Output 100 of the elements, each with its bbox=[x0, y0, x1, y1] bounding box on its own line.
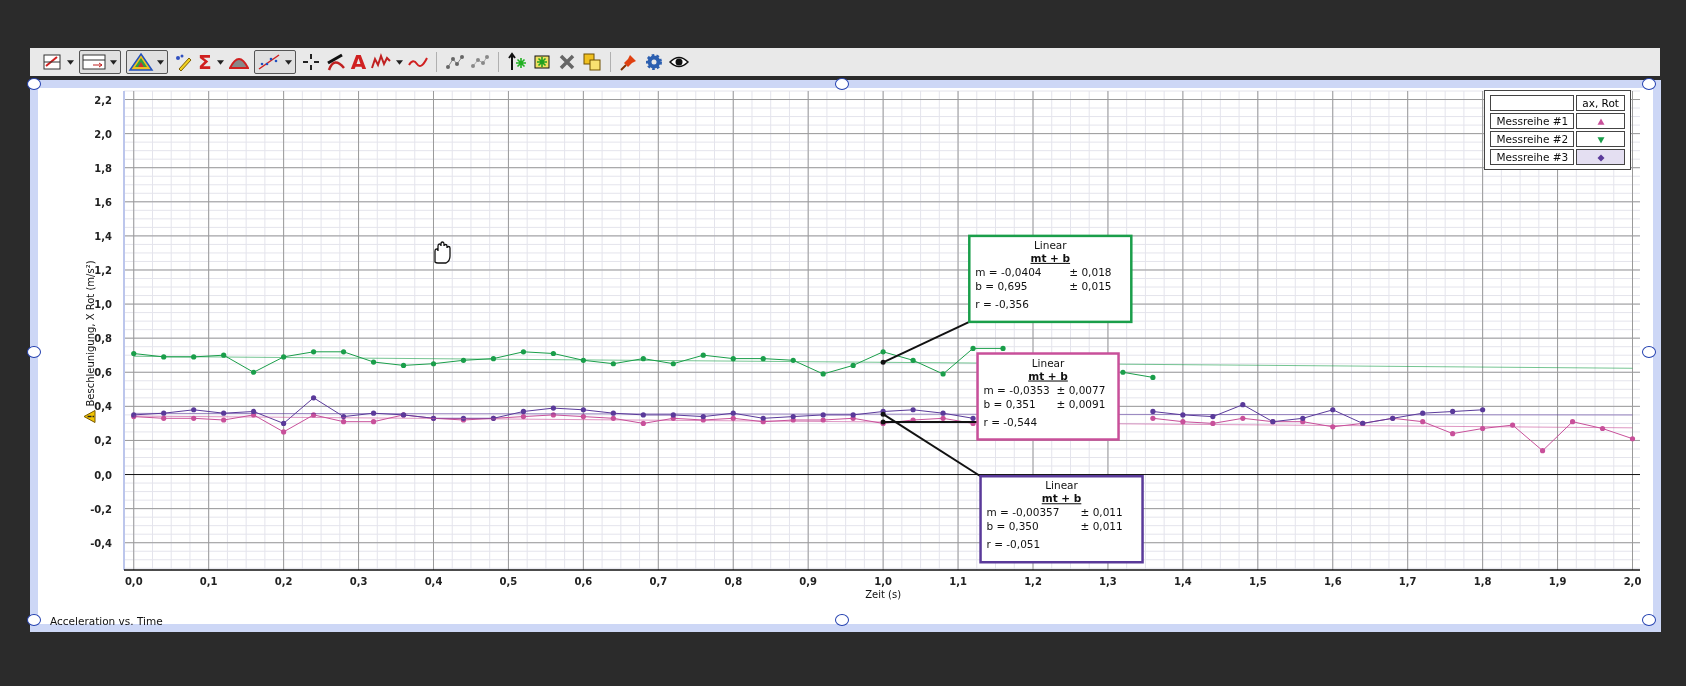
data-point bbox=[640, 412, 646, 418]
data-point bbox=[1240, 402, 1246, 408]
data-point bbox=[1330, 424, 1336, 430]
data-point bbox=[1629, 436, 1636, 442]
data-colors-dropdown[interactable] bbox=[126, 50, 168, 74]
caret-icon[interactable] bbox=[216, 59, 224, 65]
x-tick-label: 1,9 bbox=[1548, 576, 1567, 587]
data-point bbox=[820, 371, 826, 377]
data-point bbox=[281, 420, 287, 426]
y-tick-label: -0,4 bbox=[90, 537, 112, 549]
intercept-error: ± 0,0091 bbox=[1056, 397, 1106, 410]
fit-formula: mt + b bbox=[1030, 251, 1071, 264]
x-tick-label: 1,8 bbox=[1473, 576, 1492, 587]
x-tick-label: 1,1 bbox=[949, 576, 967, 587]
y-axis-label: Beschleunigung, X Rot (m/s²) bbox=[85, 260, 96, 407]
window-layout-icon bbox=[81, 52, 107, 72]
resize-handle[interactable] bbox=[1642, 614, 1656, 626]
data-point bbox=[550, 350, 556, 357]
arrow-star-icon[interactable] bbox=[507, 52, 528, 72]
resize-handle[interactable] bbox=[27, 78, 41, 90]
tangent-icon[interactable] bbox=[325, 52, 346, 72]
data-point bbox=[1000, 345, 1006, 351]
sum-tool[interactable]: Σ bbox=[198, 52, 212, 72]
x-tick-label: 0,8 bbox=[724, 576, 743, 587]
data-point bbox=[340, 349, 347, 355]
resize-handle[interactable] bbox=[1642, 346, 1656, 358]
data-point bbox=[910, 357, 916, 363]
x-tick-label: 0,3 bbox=[349, 576, 368, 587]
legend-header: ax, Rot bbox=[1576, 95, 1625, 111]
x-tick-label: 1,4 bbox=[1174, 576, 1192, 587]
resize-handle[interactable] bbox=[1642, 78, 1656, 90]
fit-type: Linear bbox=[1045, 479, 1078, 492]
fit-formula: mt + b bbox=[1028, 369, 1068, 382]
data-point bbox=[1480, 407, 1486, 413]
data-point bbox=[940, 371, 946, 377]
caret-icon[interactable] bbox=[396, 59, 404, 65]
x-tick-label: 1,0 bbox=[874, 576, 892, 587]
fit-type: Linear bbox=[1031, 356, 1065, 369]
data-point bbox=[1120, 369, 1126, 375]
data-point bbox=[970, 345, 976, 351]
x-tick-label: 0,7 bbox=[649, 576, 668, 587]
y-tick-label: 0,6 bbox=[94, 367, 112, 379]
data-point bbox=[370, 359, 377, 365]
data-point bbox=[670, 361, 676, 367]
curve-fit-dropdown[interactable] bbox=[253, 50, 296, 74]
x-tick-label: 0,0 bbox=[124, 576, 143, 587]
legend-marker-cell[interactable] bbox=[1576, 149, 1625, 165]
x-tick-label: 1,6 bbox=[1323, 576, 1342, 587]
crosshair-icon[interactable] bbox=[300, 52, 321, 72]
x-axis-label: Zeit (s) bbox=[865, 589, 902, 600]
caret-icon[interactable] bbox=[67, 59, 74, 65]
graph-options-icon[interactable] bbox=[42, 52, 62, 72]
settings-icon[interactable] bbox=[644, 52, 665, 72]
y-tick-label: 2,2 bbox=[94, 94, 112, 106]
scatter-points-icon[interactable] bbox=[445, 52, 466, 72]
text-label-tool[interactable]: A bbox=[350, 52, 367, 72]
y-tick-label: 1,0 bbox=[94, 299, 112, 311]
resize-handle[interactable] bbox=[834, 614, 849, 626]
legend-series-name: Messreihe #1 bbox=[1490, 113, 1575, 129]
y-tick-label: -0,2 bbox=[90, 503, 112, 515]
x-tick-label: 0,6 bbox=[574, 576, 593, 587]
y-tick-label: 0,4 bbox=[94, 401, 112, 413]
y-tick-label: 1,2 bbox=[94, 265, 112, 276]
data-point bbox=[1150, 374, 1156, 380]
pencil-icon[interactable] bbox=[173, 52, 193, 72]
slope-value: m = -0,0404 bbox=[975, 265, 1042, 278]
data-point bbox=[311, 395, 317, 401]
data-point bbox=[1569, 419, 1576, 425]
data-point bbox=[251, 369, 257, 375]
intercept-error: ± 0,015 bbox=[1069, 279, 1112, 292]
window-layout-dropdown[interactable] bbox=[79, 50, 121, 74]
y-tick-label: 1,6 bbox=[94, 196, 112, 208]
slope-error: ± 0,0077 bbox=[1056, 383, 1106, 396]
resize-handle[interactable] bbox=[27, 346, 41, 358]
correlation-value: r = -0,051 bbox=[986, 538, 1041, 551]
resize-handle[interactable] bbox=[27, 614, 41, 626]
overlap-squares-icon[interactable] bbox=[582, 52, 603, 72]
data-point bbox=[1420, 419, 1426, 425]
data-point bbox=[311, 349, 317, 355]
data-point bbox=[700, 352, 706, 358]
data-point bbox=[910, 417, 916, 423]
data-point bbox=[131, 350, 137, 357]
intercept-error: ± 0,011 bbox=[1080, 520, 1123, 533]
data-point bbox=[850, 362, 856, 369]
caret-icon bbox=[110, 59, 117, 65]
slope-error: ± 0,011 bbox=[1080, 506, 1123, 519]
resize-handle[interactable] bbox=[834, 78, 849, 90]
legend-marker-cell[interactable] bbox=[1576, 113, 1625, 129]
legend-series-name: Messreihe #3 bbox=[1490, 149, 1575, 165]
y-tick-label: 1,4 bbox=[94, 230, 112, 242]
data-point bbox=[1240, 415, 1246, 421]
data-point bbox=[370, 419, 377, 425]
legend-marker-cell[interactable] bbox=[1576, 131, 1625, 147]
x-tick-label: 1,2 bbox=[1024, 576, 1042, 587]
data-point bbox=[1540, 448, 1546, 454]
data-point bbox=[460, 357, 467, 363]
data-point bbox=[640, 420, 646, 426]
slope-value: m = -0,00357 bbox=[986, 506, 1060, 519]
data-point bbox=[191, 407, 197, 413]
data-point bbox=[880, 349, 886, 355]
